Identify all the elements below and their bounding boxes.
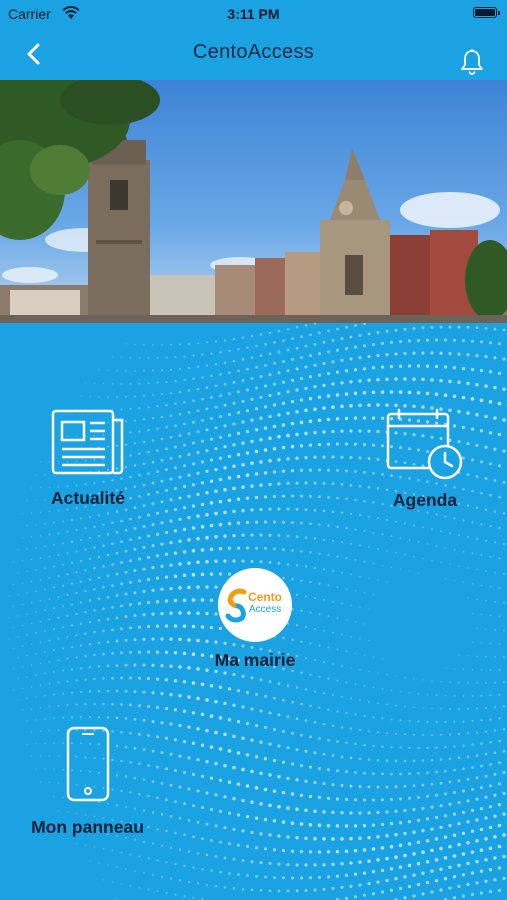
calendar-clock-icon: [386, 408, 463, 480]
notifications-button[interactable]: [459, 48, 485, 76]
actualite-label: Actualité: [51, 488, 125, 508]
ma-mairie-tile[interactable]: Cento Access Ma mairie: [195, 568, 315, 671]
mon-panneau-label: Mon panneau: [31, 817, 144, 837]
cento-access-logo: Cento Access: [218, 568, 292, 642]
logo-text-cento: Cento: [248, 590, 282, 604]
agenda-label: Agenda: [392, 490, 458, 510]
nav-bar: CentoAccess: [0, 28, 507, 80]
bell-icon: [461, 49, 483, 75]
agenda-tile[interactable]: Agenda: [375, 408, 475, 511]
status-bar: Carrier 3:11 PM: [0, 0, 507, 28]
page-title: CentoAccess: [192, 41, 315, 63]
hero-image: [0, 80, 507, 323]
ma-mairie-label: Ma mairie: [214, 650, 296, 670]
newspaper-icon: [51, 409, 124, 475]
logo-text-access: Access: [249, 604, 282, 615]
main-menu: Actualité Agenda Cento Access Ma mairie: [0, 323, 507, 900]
actualite-tile[interactable]: Actualité: [38, 408, 138, 509]
smartphone-icon: [66, 726, 109, 802]
mon-panneau-tile[interactable]: Mon panneau: [15, 725, 160, 838]
battery-icon: [473, 7, 500, 18]
status-time: 3:11 PM: [227, 6, 280, 22]
